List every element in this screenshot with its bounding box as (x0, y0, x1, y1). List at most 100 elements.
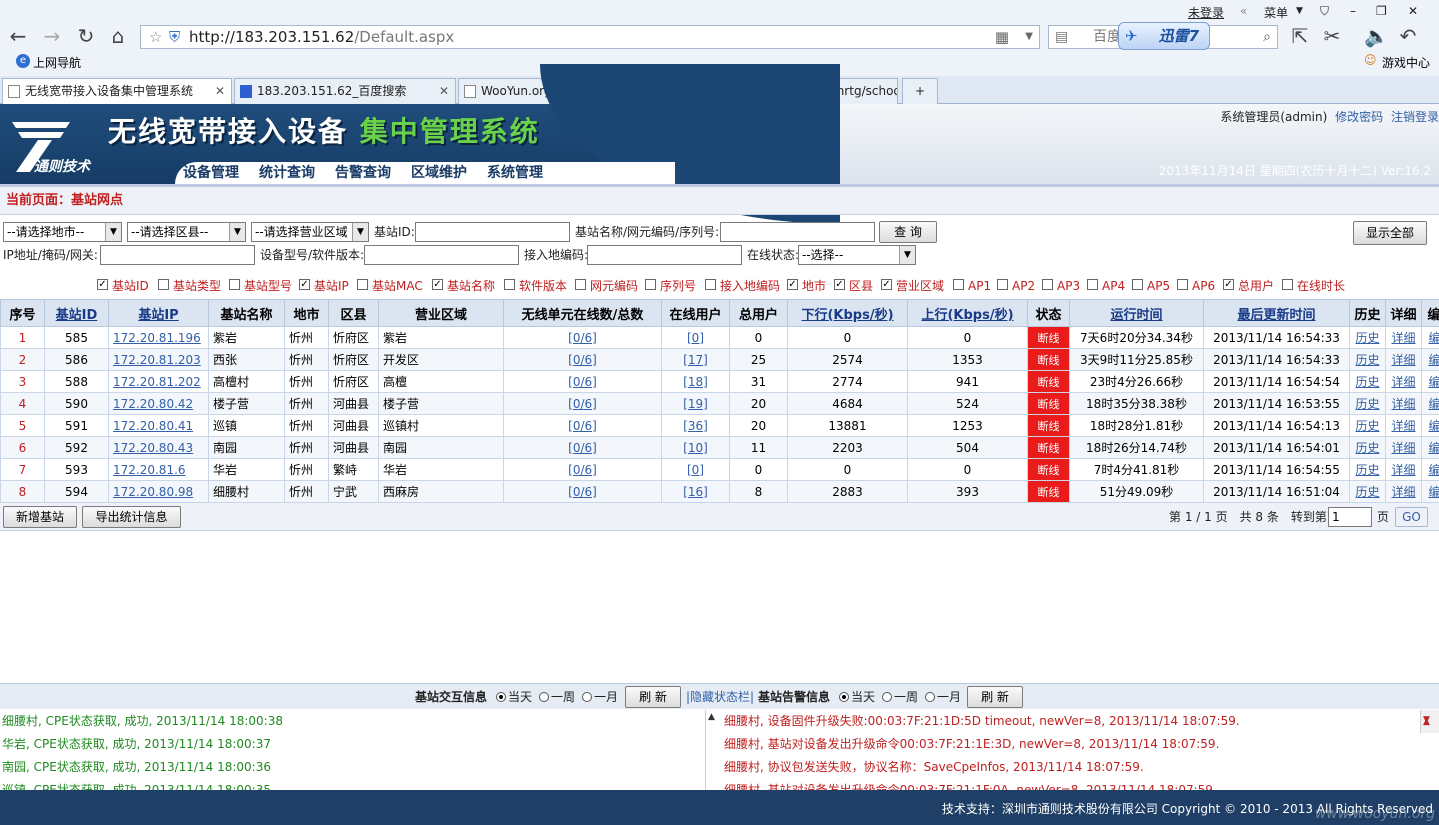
address-dropdown-icon[interactable]: ▼ (1025, 26, 1033, 48)
cell-link[interactable]: [36] (683, 419, 708, 433)
area-select[interactable]: --请选择营业区域 ▼ (251, 222, 369, 242)
minimize-icon[interactable]: – (1350, 4, 1356, 18)
column-header[interactable]: 下行(Kbps/秒) (787, 299, 908, 327)
cell-link[interactable]: [0/6] (568, 375, 597, 389)
cell-link[interactable]: 172.20.81.196 (113, 331, 201, 345)
scroll-up-icon[interactable]: ▲ (708, 712, 715, 722)
cell-link[interactable]: 172.20.81.202 (113, 375, 201, 389)
nav-region[interactable]: 区域维护 (411, 162, 467, 184)
cell-link[interactable]: 172.20.80.41 (113, 419, 193, 433)
cell-link[interactable]: [0/6] (568, 463, 597, 477)
search-icon[interactable]: ⌕ (1263, 26, 1271, 48)
station-name-input[interactable] (720, 222, 875, 242)
close-icon[interactable]: ✕ (439, 79, 449, 103)
access-code-input[interactable] (587, 245, 742, 265)
restore-icon[interactable]: ❐ (1376, 4, 1387, 18)
column-checkbox[interactable] (1177, 279, 1188, 290)
cell-link[interactable]: [0/6] (568, 331, 597, 345)
cell-link[interactable]: 详细 (1391, 331, 1415, 345)
shirt-icon[interactable]: ⛉ (1320, 4, 1329, 19)
nav-stats[interactable]: 统计查询 (259, 162, 315, 184)
bookmark-nav[interactable]: 上网导航 (33, 54, 81, 71)
cell-link[interactable]: 编辑 (1428, 419, 1439, 433)
cell-link[interactable]: 历史 (1355, 375, 1379, 389)
cell-link[interactable]: [18] (683, 375, 708, 389)
cell-link[interactable]: [0/6] (568, 485, 597, 499)
cell-link[interactable]: [19] (683, 397, 708, 411)
page-input[interactable]: 1 (1328, 507, 1372, 527)
menu-chevron-icon[interactable]: ▼ (1296, 6, 1303, 16)
column-checkbox[interactable] (705, 279, 716, 290)
tab-baidu[interactable]: 183.203.151.62_百度搜索 ✕ (234, 78, 456, 104)
new-tab-button[interactable]: + (902, 78, 938, 104)
star-icon[interactable]: ☆ (149, 26, 162, 48)
undo-icon[interactable]: ↶ (1396, 25, 1420, 49)
volume-icon[interactable]: 🔈 (1364, 25, 1389, 49)
cell-link[interactable]: 详细 (1391, 353, 1415, 367)
ip-input[interactable] (100, 245, 255, 265)
cell-link[interactable]: 编辑 (1428, 441, 1439, 455)
column-checkbox[interactable] (575, 279, 586, 290)
model-input[interactable] (364, 245, 519, 265)
column-checkbox[interactable] (1132, 279, 1143, 290)
cell-link[interactable]: 历史 (1355, 441, 1379, 455)
share-icon[interactable]: ⇱ (1288, 25, 1312, 49)
back-icon[interactable]: ← (6, 25, 30, 49)
reload-icon[interactable]: ↻ (74, 25, 98, 49)
cell-link[interactable]: 172.20.81.6 (113, 463, 186, 477)
column-header[interactable]: 基站ID (44, 299, 109, 327)
alarm-week[interactable]: 一周 (880, 687, 918, 707)
alarm-scrollbar[interactable]: ▲ ▼ (1420, 710, 1439, 733)
column-checkbox[interactable]: ✓ (787, 279, 798, 290)
scissors-icon[interactable]: ✂ (1320, 25, 1344, 49)
column-checkbox[interactable]: ✓ (834, 279, 845, 290)
station-id-input[interactable] (415, 222, 570, 242)
city-select[interactable]: --请选择地市-- ▼ (3, 222, 122, 242)
cell-link[interactable]: 详细 (1391, 441, 1415, 455)
address-bar[interactable]: ☆ ⛨ http://183.203.151.62/Default.aspx ▦… (140, 25, 1040, 49)
add-station-button[interactable]: 新增基站 (3, 506, 77, 528)
cell-link[interactable]: [0/6] (568, 441, 597, 455)
cell-link[interactable]: [10] (683, 441, 708, 455)
game-center-link[interactable]: 游戏中心 (1382, 54, 1430, 71)
status-select[interactable]: --选择-- ▼ (798, 245, 916, 265)
cell-link[interactable]: 172.20.80.42 (113, 397, 193, 411)
column-checkbox[interactable]: ✓ (299, 279, 310, 290)
column-checkbox[interactable] (1042, 279, 1053, 290)
cell-link[interactable]: 详细 (1391, 463, 1415, 477)
cell-link[interactable]: 编辑 (1428, 485, 1439, 499)
column-checkbox[interactable] (1282, 279, 1293, 290)
cell-link[interactable]: 历史 (1355, 485, 1379, 499)
change-password-link[interactable]: 修改密码 (1335, 110, 1383, 124)
cell-link[interactable]: 172.20.80.98 (113, 485, 193, 499)
nav-system[interactable]: 系统管理 (487, 162, 543, 184)
alarm-refresh-button[interactable]: 刷 新 (967, 686, 1023, 708)
export-stats-button[interactable]: 导出统计信息 (82, 506, 181, 528)
interact-today[interactable]: 当天 (494, 687, 532, 707)
tab-system[interactable]: 无线宽带接入设备集中管理系统 ✕ (2, 78, 232, 105)
cell-link[interactable]: 详细 (1391, 485, 1415, 499)
column-header[interactable]: 基站IP (108, 299, 209, 327)
cell-link[interactable]: [16] (683, 485, 708, 499)
forward-icon[interactable]: → (40, 25, 64, 49)
cell-link[interactable]: [0/6] (568, 397, 597, 411)
column-checkbox[interactable] (504, 279, 515, 290)
query-button[interactable]: 查 询 (879, 221, 937, 243)
cell-link[interactable]: 编辑 (1428, 353, 1439, 367)
cell-link[interactable]: [0] (687, 331, 704, 345)
column-checkbox[interactable] (158, 279, 169, 290)
cell-link[interactable]: 详细 (1391, 397, 1415, 411)
cell-link[interactable]: 历史 (1355, 331, 1379, 345)
nav-device[interactable]: 设备管理 (183, 162, 239, 184)
close-window-icon[interactable]: ✕ (1408, 4, 1418, 18)
interact-month[interactable]: 一月 (580, 687, 618, 707)
cell-link[interactable]: 详细 (1391, 419, 1415, 433)
column-header[interactable]: 最后更新时间 (1203, 299, 1350, 327)
menu-button[interactable]: 菜单 (1264, 4, 1288, 21)
column-checkbox[interactable]: ✓ (1223, 279, 1234, 290)
cell-link[interactable]: 172.20.81.203 (113, 353, 201, 367)
go-button[interactable]: GO (1395, 507, 1428, 527)
column-checkbox[interactable]: ✓ (97, 279, 108, 290)
cell-link[interactable]: 172.20.80.43 (113, 441, 193, 455)
cell-link[interactable]: 编辑 (1428, 463, 1439, 477)
